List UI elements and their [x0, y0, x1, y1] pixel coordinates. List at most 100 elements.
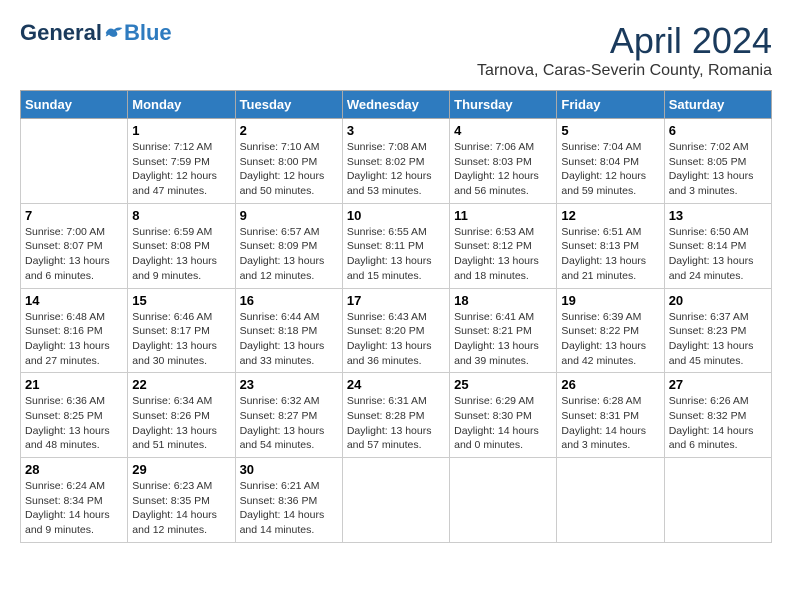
calendar-cell: 23 Sunrise: 6:32 AMSunset: 8:27 PMDayligh…: [235, 373, 342, 458]
calendar-week-row: 28 Sunrise: 6:24 AMSunset: 8:34 PMDayligh…: [21, 458, 772, 543]
calendar-cell: 27 Sunrise: 6:26 AMSunset: 8:32 PMDayligh…: [664, 373, 771, 458]
day-info: Sunrise: 6:53 AMSunset: 8:12 PMDaylight:…: [454, 225, 552, 284]
day-info: Sunrise: 6:21 AMSunset: 8:36 PMDaylight:…: [240, 479, 338, 538]
day-info: Sunrise: 7:06 AMSunset: 8:03 PMDaylight:…: [454, 140, 552, 199]
day-info: Sunrise: 6:50 AMSunset: 8:14 PMDaylight:…: [669, 225, 767, 284]
day-number: 20: [669, 293, 767, 308]
calendar-cell: 4 Sunrise: 7:06 AMSunset: 8:03 PMDaylight…: [450, 119, 557, 204]
page-header: General Blue April 2024 Tarnova, Caras-S…: [20, 20, 772, 80]
calendar-week-row: 7Sunrise: 7:00 AMSunset: 8:07 PMDaylight…: [21, 203, 772, 288]
day-number: 19: [561, 293, 659, 308]
calendar-week-row: 14 Sunrise: 6:48 AMSunset: 8:16 PMDayligh…: [21, 288, 772, 373]
calendar-cell: 1 Sunrise: 7:12 AMSunset: 7:59 PMDaylight…: [128, 119, 235, 204]
calendar-cell: 10Sunrise: 6:55 AMSunset: 8:11 PMDayligh…: [342, 203, 449, 288]
calendar-cell: 17 Sunrise: 6:43 AMSunset: 8:20 PMDayligh…: [342, 288, 449, 373]
calendar-cell: 2 Sunrise: 7:10 AMSunset: 8:00 PMDaylight…: [235, 119, 342, 204]
day-number: 26: [561, 377, 659, 392]
day-number: 27: [669, 377, 767, 392]
day-number: 16: [240, 293, 338, 308]
calendar-cell: 12 Sunrise: 6:51 AMSunset: 8:13 PMDayligh…: [557, 203, 664, 288]
calendar-cell: 28 Sunrise: 6:24 AMSunset: 8:34 PMDayligh…: [21, 458, 128, 543]
calendar-cell: 22 Sunrise: 6:34 AMSunset: 8:26 PMDayligh…: [128, 373, 235, 458]
day-info: Sunrise: 6:43 AMSunset: 8:20 PMDaylight:…: [347, 310, 445, 369]
calendar-table: SundayMondayTuesdayWednesdayThursdayFrid…: [20, 90, 772, 543]
day-info: Sunrise: 6:26 AMSunset: 8:32 PMDaylight:…: [669, 394, 767, 453]
day-info: Sunrise: 6:46 AMSunset: 8:17 PMDaylight:…: [132, 310, 230, 369]
calendar-cell: 8 Sunrise: 6:59 AMSunset: 8:08 PMDaylight…: [128, 203, 235, 288]
calendar-cell: [557, 458, 664, 543]
day-number: 10: [347, 208, 445, 223]
day-number: 23: [240, 377, 338, 392]
day-info: Sunrise: 6:34 AMSunset: 8:26 PMDaylight:…: [132, 394, 230, 453]
calendar-cell: [21, 119, 128, 204]
day-info: Sunrise: 6:23 AMSunset: 8:35 PMDaylight:…: [132, 479, 230, 538]
day-number: 1: [132, 123, 230, 138]
day-number: 12: [561, 208, 659, 223]
day-info: Sunrise: 6:59 AMSunset: 8:08 PMDaylight:…: [132, 225, 230, 284]
day-number: 14: [25, 293, 123, 308]
day-info: Sunrise: 7:10 AMSunset: 8:00 PMDaylight:…: [240, 140, 338, 199]
day-of-week-header: Friday: [557, 91, 664, 119]
day-info: Sunrise: 6:36 AMSunset: 8:25 PMDaylight:…: [25, 394, 123, 453]
day-info: Sunrise: 6:29 AMSunset: 8:30 PMDaylight:…: [454, 394, 552, 453]
calendar-cell: 18 Sunrise: 6:41 AMSunset: 8:21 PMDayligh…: [450, 288, 557, 373]
day-number: 15: [132, 293, 230, 308]
calendar-cell: 7Sunrise: 7:00 AMSunset: 8:07 PMDaylight…: [21, 203, 128, 288]
day-number: 7: [25, 208, 123, 223]
calendar-cell: [450, 458, 557, 543]
calendar-cell: 6 Sunrise: 7:02 AMSunset: 8:05 PMDaylight…: [664, 119, 771, 204]
day-of-week-header: Sunday: [21, 91, 128, 119]
day-number: 9: [240, 208, 338, 223]
calendar-cell: 3 Sunrise: 7:08 AMSunset: 8:02 PMDaylight…: [342, 119, 449, 204]
day-info: Sunrise: 7:04 AMSunset: 8:04 PMDaylight:…: [561, 140, 659, 199]
calendar-cell: 5 Sunrise: 7:04 AMSunset: 8:04 PMDaylight…: [557, 119, 664, 204]
calendar-cell: 19 Sunrise: 6:39 AMSunset: 8:22 PMDayligh…: [557, 288, 664, 373]
day-info: Sunrise: 7:02 AMSunset: 8:05 PMDaylight:…: [669, 140, 767, 199]
title-block: April 2024 Tarnova, Caras-Severin County…: [477, 20, 772, 80]
day-info: Sunrise: 7:12 AMSunset: 7:59 PMDaylight:…: [132, 140, 230, 199]
day-number: 13: [669, 208, 767, 223]
calendar-cell: 14 Sunrise: 6:48 AMSunset: 8:16 PMDayligh…: [21, 288, 128, 373]
calendar-cell: 9Sunrise: 6:57 AMSunset: 8:09 PMDaylight…: [235, 203, 342, 288]
day-number: 28: [25, 462, 123, 477]
calendar-cell: 20 Sunrise: 6:37 AMSunset: 8:23 PMDayligh…: [664, 288, 771, 373]
calendar-week-row: 1 Sunrise: 7:12 AMSunset: 7:59 PMDaylight…: [21, 119, 772, 204]
day-number: 6: [669, 123, 767, 138]
logo-general-text: General: [20, 20, 102, 46]
day-of-week-header: Monday: [128, 91, 235, 119]
day-info: Sunrise: 6:48 AMSunset: 8:16 PMDaylight:…: [25, 310, 123, 369]
day-info: Sunrise: 6:51 AMSunset: 8:13 PMDaylight:…: [561, 225, 659, 284]
day-number: 24: [347, 377, 445, 392]
logo-blue-text: Blue: [124, 20, 172, 46]
calendar-cell: 24 Sunrise: 6:31 AMSunset: 8:28 PMDayligh…: [342, 373, 449, 458]
day-info: Sunrise: 6:32 AMSunset: 8:27 PMDaylight:…: [240, 394, 338, 453]
day-info: Sunrise: 6:24 AMSunset: 8:34 PMDaylight:…: [25, 479, 123, 538]
day-info: Sunrise: 6:28 AMSunset: 8:31 PMDaylight:…: [561, 394, 659, 453]
day-info: Sunrise: 6:44 AMSunset: 8:18 PMDaylight:…: [240, 310, 338, 369]
calendar-cell: [664, 458, 771, 543]
day-number: 8: [132, 208, 230, 223]
day-info: Sunrise: 6:37 AMSunset: 8:23 PMDaylight:…: [669, 310, 767, 369]
day-number: 22: [132, 377, 230, 392]
day-number: 5: [561, 123, 659, 138]
location-subtitle: Tarnova, Caras-Severin County, Romania: [477, 62, 772, 80]
calendar-week-row: 21 Sunrise: 6:36 AMSunset: 8:25 PMDayligh…: [21, 373, 772, 458]
day-number: 21: [25, 377, 123, 392]
day-info: Sunrise: 6:41 AMSunset: 8:21 PMDaylight:…: [454, 310, 552, 369]
day-of-week-header: Saturday: [664, 91, 771, 119]
day-number: 4: [454, 123, 552, 138]
day-number: 17: [347, 293, 445, 308]
day-info: Sunrise: 6:31 AMSunset: 8:28 PMDaylight:…: [347, 394, 445, 453]
day-number: 2: [240, 123, 338, 138]
day-of-week-header: Thursday: [450, 91, 557, 119]
day-info: Sunrise: 7:08 AMSunset: 8:02 PMDaylight:…: [347, 140, 445, 199]
calendar-cell: 29Sunrise: 6:23 AMSunset: 8:35 PMDayligh…: [128, 458, 235, 543]
day-of-week-header: Wednesday: [342, 91, 449, 119]
month-title: April 2024: [477, 20, 772, 62]
calendar-cell: 26 Sunrise: 6:28 AMSunset: 8:31 PMDayligh…: [557, 373, 664, 458]
calendar-cell: 16 Sunrise: 6:44 AMSunset: 8:18 PMDayligh…: [235, 288, 342, 373]
day-number: 18: [454, 293, 552, 308]
calendar-cell: 15 Sunrise: 6:46 AMSunset: 8:17 PMDayligh…: [128, 288, 235, 373]
day-number: 3: [347, 123, 445, 138]
day-info: Sunrise: 6:39 AMSunset: 8:22 PMDaylight:…: [561, 310, 659, 369]
